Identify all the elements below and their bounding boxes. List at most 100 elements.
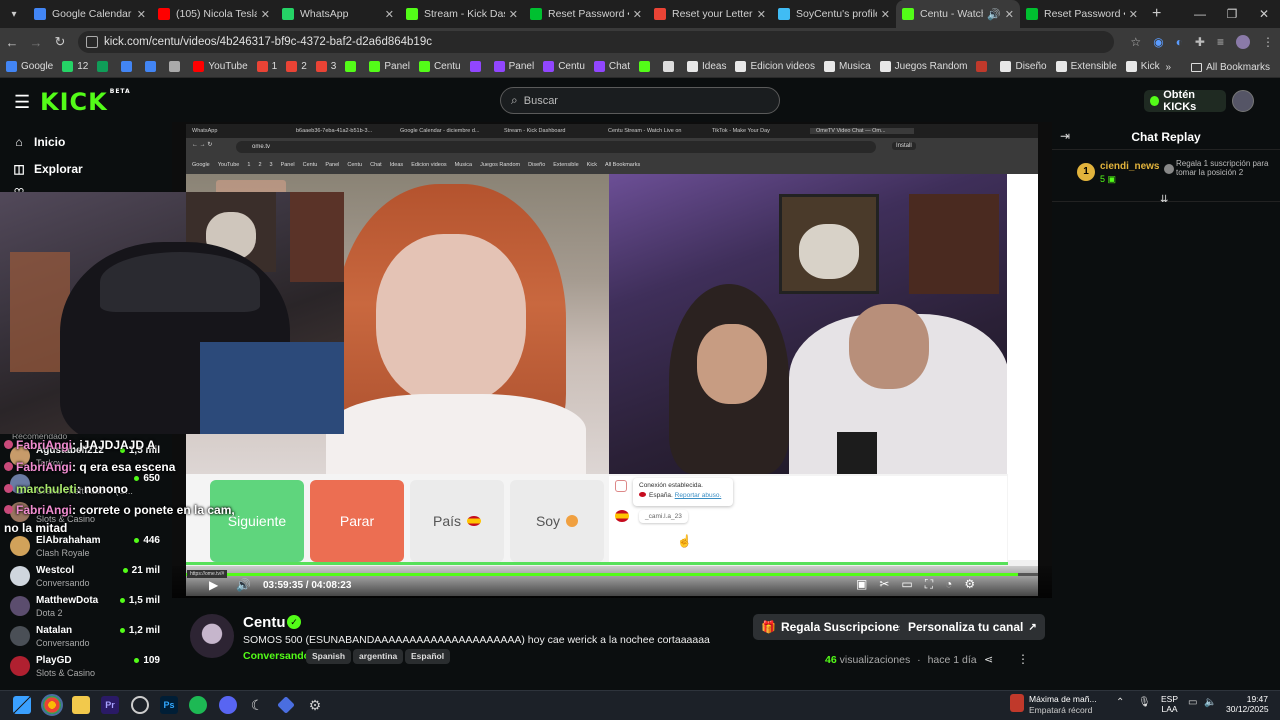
speed-icon[interactable]: ◔ bbox=[945, 577, 952, 592]
clock[interactable]: 19:47 30/12/2025 bbox=[1226, 694, 1269, 714]
browser-tab[interactable]: Centu - Watch th 🔊 ✕ bbox=[896, 0, 1020, 28]
chat-username[interactable]: marchuleti bbox=[16, 482, 77, 496]
network-icon[interactable]: ▭ bbox=[1188, 697, 1197, 708]
settings-gear-icon[interactable]: ⚙ bbox=[964, 577, 975, 592]
tab-audio-icon[interactable]: 🔊 bbox=[987, 8, 1001, 21]
url-bar[interactable]: kick.com/centu/videos/4b246317-bf9c-4372… bbox=[78, 31, 1114, 53]
new-tab-button[interactable]: + bbox=[1152, 5, 1161, 23]
tab-close-icon[interactable]: ✕ bbox=[881, 8, 890, 21]
browser-tab[interactable]: WhatsApp ✕ bbox=[276, 0, 400, 28]
recommended-channel[interactable]: PlayGD Slots & Casino 109 bbox=[10, 654, 160, 682]
get-kicks-button[interactable]: Obtén KICKs bbox=[1144, 89, 1226, 113]
tag-argentina[interactable]: argentina bbox=[353, 649, 404, 664]
browser-tab[interactable]: Reset your Letterbox ✕ bbox=[648, 0, 772, 28]
tab-close-icon[interactable]: ✕ bbox=[1005, 8, 1014, 21]
search-input[interactable] bbox=[523, 94, 754, 107]
browser-tab[interactable]: (105) Nicola Tesla's 3 ✕ bbox=[152, 0, 276, 28]
chat-username[interactable]: FabriAngi bbox=[16, 438, 72, 452]
bookmark-item[interactable]: Edicion videos bbox=[735, 61, 815, 72]
clip-icon[interactable]: ✂ bbox=[879, 577, 889, 592]
bookmark-item[interactable]: Centu bbox=[418, 61, 461, 72]
tab-close-icon[interactable]: ✕ bbox=[757, 8, 766, 21]
premiere-icon[interactable]: Pr bbox=[101, 696, 119, 714]
weather-title[interactable]: Máxima de mañ... bbox=[1029, 694, 1097, 704]
volume-icon[interactable]: 🔊 bbox=[236, 578, 251, 592]
recommended-channel[interactable]: Natalan Conversando 1,2 mil bbox=[10, 624, 160, 652]
restore-icon[interactable]: ❐ bbox=[1216, 0, 1248, 28]
sidebar-item-explore[interactable]: ◫ Explorar bbox=[12, 162, 82, 176]
chrome-icon[interactable] bbox=[41, 694, 63, 716]
bookmark-item[interactable]: Panel bbox=[493, 61, 534, 72]
sidebar-item-home[interactable]: ⌂ Inicio bbox=[12, 135, 65, 149]
browser-tab[interactable]: Google Calendar - di ✕ bbox=[28, 0, 152, 28]
tag-spanish[interactable]: Spanish bbox=[306, 649, 352, 664]
file-explorer-icon[interactable] bbox=[72, 696, 90, 714]
customize-channel-button[interactable]: Personaliza tu canal ↗ bbox=[900, 614, 1045, 640]
bookmark-item[interactable] bbox=[121, 61, 136, 72]
share-icon[interactable]: ⋖ bbox=[984, 653, 993, 666]
back-icon[interactable]: ← bbox=[0, 35, 24, 50]
media-icon[interactable]: ≡ bbox=[1217, 35, 1224, 49]
forward-icon[interactable]: → bbox=[24, 35, 48, 50]
tab-close-icon[interactable]: ✕ bbox=[385, 8, 394, 21]
recommended-channel[interactable]: Westcol Conversando 21 mil bbox=[10, 564, 160, 592]
extension-icon[interactable]: ◉ bbox=[1153, 35, 1163, 49]
bookmark-item[interactable]: Google bbox=[6, 61, 53, 72]
close-window-icon[interactable]: ✕ bbox=[1248, 0, 1280, 28]
reload-icon[interactable]: ↻ bbox=[48, 34, 72, 50]
bookmark-item[interactable]: 3 bbox=[315, 61, 336, 72]
bookmark-item[interactable]: Centu bbox=[543, 61, 585, 72]
more-options-icon[interactable]: ⋮ bbox=[1017, 652, 1029, 666]
bookmarks-overflow-icon[interactable]: » bbox=[1166, 62, 1172, 73]
miniplayer-icon[interactable]: ▭ bbox=[901, 577, 912, 592]
menu-kebab-icon[interactable]: ⋮ bbox=[1262, 35, 1274, 49]
bookmark-item[interactable] bbox=[469, 61, 485, 72]
minimize-icon[interactable]: — bbox=[1184, 0, 1216, 28]
browser-tab[interactable]: SoyCentu's profile • L ✕ bbox=[772, 0, 896, 28]
bookmark-item[interactable] bbox=[976, 61, 991, 72]
streamer-avatar[interactable] bbox=[190, 614, 234, 658]
kick-logo[interactable]: KICK BETA bbox=[40, 88, 131, 116]
all-bookmarks-button[interactable]: All Bookmarks bbox=[1191, 62, 1270, 73]
bookmark-item[interactable]: 1 bbox=[256, 61, 277, 72]
start-icon[interactable] bbox=[13, 696, 31, 714]
browser-tab[interactable]: Stream - Kick Dashb ✕ bbox=[400, 0, 524, 28]
tab-search-icon[interactable]: ▾ bbox=[0, 0, 28, 28]
bookmark-item[interactable]: YouTube bbox=[193, 61, 248, 72]
spotify-icon[interactable] bbox=[189, 696, 207, 714]
bookmark-item[interactable]: Juegos Random bbox=[879, 61, 967, 72]
gift-username[interactable]: ciendi_news bbox=[1100, 161, 1159, 172]
theater-mode-icon[interactable]: ▣ bbox=[856, 577, 867, 592]
profile-avatar[interactable] bbox=[1236, 35, 1250, 49]
bookmark-item[interactable] bbox=[97, 61, 112, 72]
bookmark-star-icon[interactable]: ☆ bbox=[1130, 35, 1141, 49]
user-avatar[interactable] bbox=[1232, 90, 1254, 112]
bookmark-item[interactable]: Chat bbox=[593, 61, 630, 72]
language-indicator[interactable]: ESP LAA bbox=[1161, 694, 1178, 714]
chat-username[interactable]: FabriAngi bbox=[16, 460, 72, 474]
photoshop-icon[interactable]: Ps bbox=[160, 696, 178, 714]
discord-icon[interactable] bbox=[219, 696, 237, 714]
bookmark-item[interactable]: Ideas bbox=[687, 61, 726, 72]
tab-close-icon[interactable]: ✕ bbox=[137, 8, 146, 21]
streamer-name[interactable]: Centu bbox=[243, 614, 286, 631]
mic-icon[interactable]: 🎙 bbox=[1138, 697, 1151, 708]
bookmark-item[interactable] bbox=[663, 61, 678, 72]
extensions-puzzle-icon[interactable]: ✚ bbox=[1195, 35, 1205, 49]
chat-username[interactable]: FabriAngi bbox=[16, 503, 72, 517]
bookmark-item[interactable] bbox=[639, 61, 654, 72]
bookmark-item[interactable]: 2 bbox=[286, 61, 307, 72]
browser-tab[interactable]: Reset Password • Let ✕ bbox=[524, 0, 648, 28]
bookmark-item[interactable]: Diseño bbox=[1000, 61, 1047, 72]
search-box[interactable]: ⌕ bbox=[500, 87, 780, 114]
tray-overflow-icon[interactable]: ⌃ bbox=[1116, 697, 1124, 708]
obs-icon[interactable] bbox=[131, 696, 149, 714]
tab-close-icon[interactable]: ✕ bbox=[633, 8, 642, 21]
stream-category[interactable]: Conversando bbox=[243, 650, 310, 662]
expand-leaderboard-icon[interactable]: ⇊ bbox=[1160, 194, 1168, 205]
bookmark-item[interactable]: Panel bbox=[369, 61, 410, 72]
bookmark-item[interactable]: Kick bbox=[1125, 61, 1160, 72]
bookmark-item[interactable] bbox=[345, 61, 360, 72]
bookmark-item[interactable] bbox=[145, 61, 160, 72]
extension-icon[interactable]: ◐ bbox=[1176, 35, 1183, 49]
